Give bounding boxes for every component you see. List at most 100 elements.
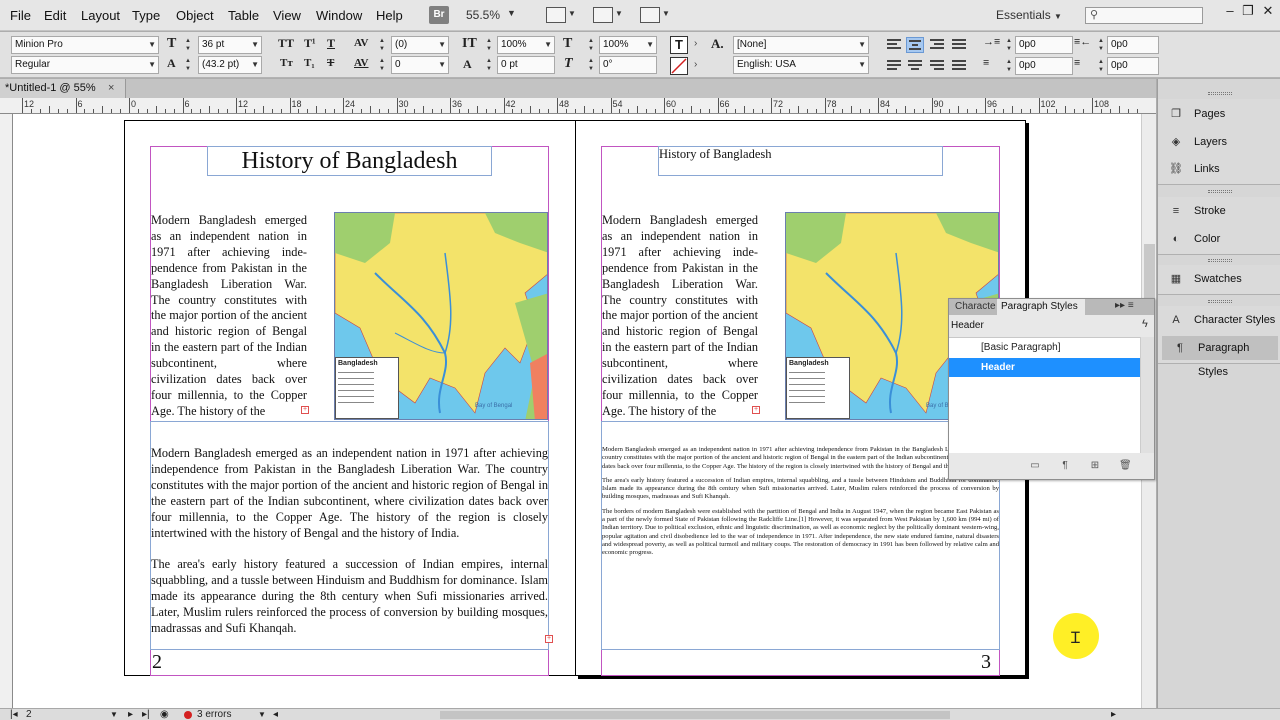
font-size-stepper[interactable]: ▲ ▼ [184, 37, 192, 53]
next-page-icon[interactable]: ▸ [128, 709, 133, 720]
font-style-field[interactable]: Regular ▼ [11, 56, 159, 74]
dock-stroke[interactable]: ≡ Stroke [1158, 199, 1278, 223]
overset-marker-2[interactable]: + [545, 635, 553, 643]
vertical-scale-stepper[interactable]: ▲ ▼ [485, 37, 493, 53]
character-style-field[interactable]: [None] ▼ [733, 36, 869, 54]
font-size-field[interactable]: 36 pt ▼ [198, 36, 262, 54]
zoom-level[interactable]: 55.5% [466, 8, 500, 26]
stroke-chevron-icon[interactable]: › [694, 59, 697, 70]
last-indent-field[interactable]: 0p0 [1107, 57, 1159, 75]
document-tab[interactable]: *Untitled-1 @ 55% × [0, 79, 126, 98]
dock-links[interactable]: ⛓ Links [1158, 157, 1278, 181]
vertical-ruler[interactable] [0, 114, 13, 708]
leading-field[interactable]: (43.2 pt) ▼ [198, 56, 262, 74]
view-options-icon[interactable] [546, 7, 566, 23]
dock-grip-2[interactable] [1208, 190, 1232, 193]
subscript-button[interactable]: T₁ [304, 57, 315, 69]
dock-character-styles[interactable]: A Character Styles [1158, 308, 1278, 332]
justify-center-button[interactable] [906, 58, 924, 74]
style-item-basic-paragraph[interactable]: [Basic Paragraph] [949, 338, 1140, 357]
panel-collapse-icon[interactable]: ▸▸ ≡ [1115, 300, 1134, 311]
skew-stepper[interactable]: ▲ ▼ [587, 57, 595, 73]
baseline-shift-stepper[interactable]: ▲ ▼ [485, 57, 493, 73]
font-family-field[interactable]: Minion Pro ▼ [11, 36, 159, 54]
page-dropdown-icon[interactable]: ▼ [110, 709, 118, 720]
last-indent-stepper[interactable]: ▲ ▼ [1097, 58, 1105, 74]
scroll-left-icon[interactable]: ◂ [273, 709, 278, 720]
right-indent-stepper[interactable]: ▲ ▼ [1097, 37, 1105, 53]
text-fill-swatch-icon[interactable]: T [670, 36, 688, 54]
leading-stepper[interactable]: ▲ ▼ [184, 57, 192, 73]
first-indent-stepper[interactable]: ▲ ▼ [1005, 58, 1013, 74]
justify-all-button[interactable] [950, 58, 968, 74]
right-indent-field[interactable]: 0p0 [1107, 36, 1159, 54]
align-justify-button[interactable] [950, 37, 968, 53]
left-indent-field[interactable]: 0p0 [1015, 36, 1073, 54]
quick-apply-icon[interactable]: ϟ [1142, 318, 1148, 330]
heading-frame-right[interactable]: History of Bangladesh [658, 146, 943, 176]
horizontal-ruler[interactable]: 12 6 0 6 12 18 24 30 36 42 48 54 60 66 72 78 84 90 96 102 10… [0, 98, 1156, 114]
screen-mode-icon[interactable] [593, 7, 613, 23]
first-indent-field[interactable]: 0p0 [1015, 57, 1073, 75]
menu-window[interactable]: Window [316, 8, 362, 23]
dock-pages[interactable]: ❐ Pages [1158, 102, 1278, 126]
dock-color[interactable]: ◐ Color [1158, 227, 1278, 251]
skew-field[interactable]: 0° [599, 56, 657, 74]
vertical-scale-field[interactable]: 100% ▼ [497, 36, 555, 54]
dock-swatches[interactable]: ▦ Swatches [1158, 267, 1278, 291]
errors-dropdown-icon[interactable]: ▼ [258, 709, 266, 720]
kerning-field[interactable]: (0) ▼ [391, 36, 449, 54]
column-text-frame-right[interactable]: Modern Bangladesh emerged as an independ… [601, 212, 758, 418]
arrange-chevron-icon[interactable]: ▼ [662, 9, 670, 27]
justify-right-button[interactable] [928, 58, 946, 74]
new-group-icon[interactable]: ▭ [1029, 460, 1041, 472]
horizontal-scale-stepper[interactable]: ▲ ▼ [587, 37, 595, 53]
character-styles-tab[interactable]: Characte [955, 301, 996, 312]
vertical-scroll-thumb[interactable] [1144, 244, 1155, 304]
style-item-header[interactable]: Header [949, 358, 1140, 377]
left-indent-stepper[interactable]: ▲ ▼ [1005, 37, 1013, 53]
underline-button[interactable]: T [327, 36, 335, 51]
language-field[interactable]: English: USA ▼ [733, 56, 869, 74]
menu-object[interactable]: Object [176, 8, 214, 23]
horizontal-scroll-thumb[interactable] [440, 711, 950, 719]
align-left-button[interactable] [885, 37, 903, 53]
horizontal-scale-field[interactable]: 100% ▼ [599, 36, 657, 54]
page-number-field[interactable]: 2 [26, 709, 32, 720]
paragraph-styles-tab[interactable]: Paragraph Styles [997, 299, 1085, 315]
menu-file[interactable]: File [10, 8, 31, 23]
zoom-dropdown-icon[interactable]: ▼ [507, 8, 516, 26]
kerning-stepper[interactable]: ▲ ▼ [378, 37, 386, 53]
tab-close-icon[interactable]: × [108, 79, 114, 98]
menu-edit[interactable]: Edit [44, 8, 66, 23]
overset-marker-3[interactable]: + [752, 406, 760, 414]
preflight-errors[interactable]: 3 errors [197, 709, 231, 720]
menu-view[interactable]: View [273, 8, 301, 23]
paragraph-styles-panel[interactable]: Characte Paragraph Styles ▸▸ ≡ Header ϟ … [948, 298, 1155, 480]
delete-style-icon[interactable]: 🗑 [1119, 460, 1132, 472]
last-page-icon[interactable]: ▸| [142, 709, 150, 720]
heading-frame[interactable]: History of Bangladesh [207, 146, 492, 176]
first-page-icon[interactable]: |◂ [10, 709, 18, 720]
overset-marker[interactable]: + [301, 406, 309, 414]
new-style-icon[interactable]: ⊞ [1089, 460, 1101, 472]
dock-grip-3[interactable] [1208, 259, 1232, 262]
tracking-stepper[interactable]: ▲ ▼ [378, 57, 386, 73]
all-caps-button[interactable]: TT [278, 36, 294, 51]
small-caps-button[interactable]: Tᴛ [280, 57, 293, 69]
bangladesh-map[interactable]: Bay of Bengal Bangladesh [334, 212, 548, 420]
tracking-field[interactable]: 0 ▼ [391, 56, 449, 74]
align-right-button[interactable] [928, 37, 946, 53]
menu-table[interactable]: Table [228, 8, 259, 23]
dock-grip-4[interactable] [1208, 300, 1232, 303]
dock-layers[interactable]: ◈ Layers [1158, 130, 1278, 154]
superscript-button[interactable]: T¹ [304, 36, 316, 51]
styles-list-scrollbar[interactable] [1140, 337, 1154, 453]
baseline-shift-field[interactable]: 0 pt [497, 56, 555, 74]
close-button[interactable]: ✕ [1256, 3, 1280, 21]
dock-paragraph-styles[interactable]: ¶ Paragraph Styles [1162, 336, 1278, 378]
view-options-chevron-icon[interactable]: ▼ [568, 9, 576, 27]
clear-overrides-icon[interactable]: ¶ [1059, 460, 1071, 472]
preflight-icon[interactable]: ◉ [160, 709, 169, 720]
dock-grip[interactable] [1208, 92, 1232, 95]
